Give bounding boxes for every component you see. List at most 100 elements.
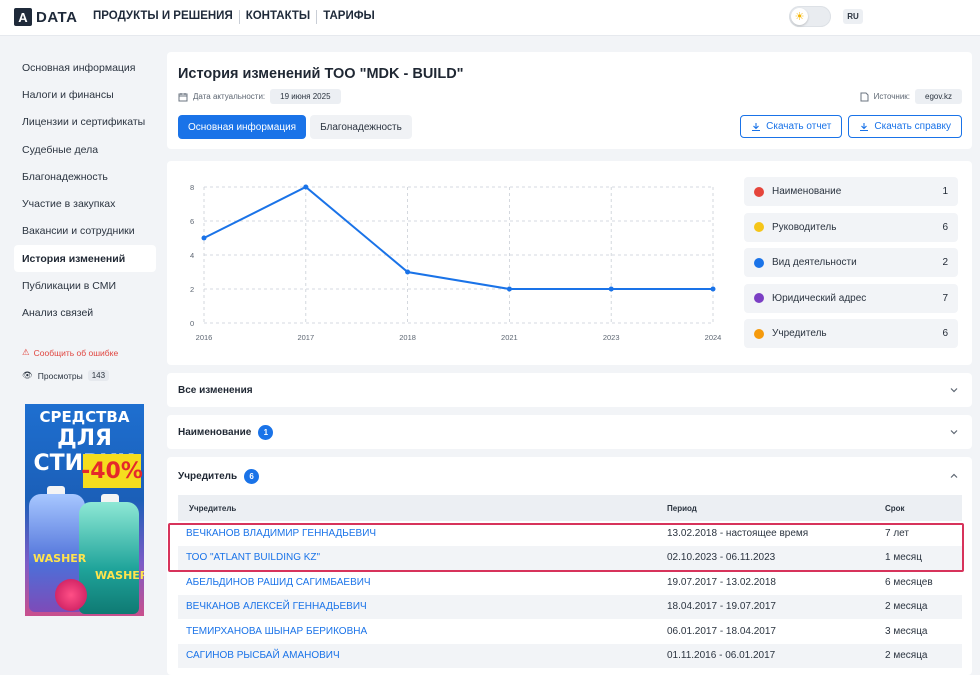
views-label: Просмотры — [37, 370, 83, 381]
logo-mark: A — [14, 8, 32, 26]
chevron-up-icon[interactable] — [948, 470, 960, 482]
nav-contacts[interactable]: КОНТАКТЫ — [240, 10, 316, 24]
data-point — [608, 286, 614, 292]
tab-reliability[interactable]: Благонадежность — [310, 115, 412, 139]
report-error-link[interactable]: ⚠ Сообщить об ошибке — [22, 347, 118, 358]
logo-text: DATA — [36, 8, 78, 26]
table-row: ТОО "ATLANT BUILDING KZ" 02.10.2023 - 06.… — [178, 545, 962, 570]
advertisement-banner[interactable]: СРЕДСТВА ДЛЯ СТИРКИ -40% WASHER WASHER — [25, 404, 144, 616]
term-cell: 1 месяц — [885, 552, 922, 564]
sidebar-item[interactable]: Налоги и финансы — [14, 81, 156, 108]
sidebar-item[interactable]: Вакансии и сотрудники — [14, 218, 156, 245]
sidebar-item[interactable]: Благонадежность — [14, 163, 156, 190]
accordion-name[interactable]: Наименование 1 — [167, 415, 972, 449]
x-tick-label: 2018 — [399, 333, 416, 342]
period-cell: 13.02.2018 - настоящее время — [667, 527, 809, 539]
logo[interactable]: A DATA — [14, 8, 77, 26]
theme-toggle[interactable]: ☀ — [789, 6, 831, 27]
source-label: Источник: — [873, 92, 911, 101]
count-badge: 6 — [244, 469, 260, 484]
tab-basic-info[interactable]: Основная информация — [178, 115, 307, 139]
term-cell: 2 месяца — [885, 601, 928, 613]
sidebar-item[interactable]: Судебные дела — [14, 136, 156, 163]
legend-count: 1 — [942, 186, 948, 197]
legend-item[interactable]: Наименование 1 — [744, 177, 958, 206]
page-header-card: История изменений ТОО "MDK - BUILD" Дата… — [167, 52, 972, 149]
download-report-button[interactable]: Скачать отчет — [740, 115, 843, 138]
accordion-title: Все изменения — [178, 384, 253, 396]
flower-image — [55, 579, 87, 611]
legend-dot — [754, 293, 764, 303]
founders-table: Учредитель Период Срок ВЕЧКАНОВ ВЛАДИМИР… — [178, 495, 962, 668]
table-row: АБЕЛЬДИНОВ РАШИД САГИМБАЕВИЧ 19.07.2017 -… — [178, 570, 962, 595]
term-cell: 7 лет — [885, 527, 909, 539]
tab-bar: Основная информация Благонадежность — [178, 115, 412, 139]
changes-chart-card: 0 2 4 6 8 2016 2017 2018 2021 2023 2024 Наименован… — [167, 161, 972, 365]
main-nav: ПРОДУКТЫ И РЕШЕНИЯ КОНТАКТЫ ТАРИФЫ — [93, 10, 381, 24]
term-cell: 6 месяцев — [885, 576, 933, 588]
legend-item[interactable]: Учредитель 6 — [744, 319, 958, 348]
table-body: ВЕЧКАНОВ ВЛАДИМИР ГЕННАДЬЕВИЧ 13.02.2018 … — [178, 521, 962, 668]
views-count: 143 — [87, 370, 110, 381]
download-icon — [860, 122, 869, 131]
founder-name-link[interactable]: ВЕЧКАНОВ АЛЕКСЕЙ ГЕННАДЬЕВИЧ — [178, 601, 667, 612]
eye-icon: 👁 — [22, 370, 33, 380]
legend-item[interactable]: Юридический адрес 7 — [744, 283, 958, 313]
legend-item[interactable]: Руководитель 6 — [744, 212, 958, 242]
ad-line-1: СРЕДСТВА — [39, 408, 130, 426]
legend-dot — [754, 186, 764, 197]
founder-name-link[interactable]: САГИНОВ РЫСБАЙ АМАНОВИЧ — [178, 650, 667, 661]
column-header-term: Срок — [885, 503, 905, 513]
sidebar-item[interactable]: Публикации в СМИ — [14, 272, 156, 299]
language-switch[interactable]: RU — [843, 9, 863, 24]
count-badge: 1 — [258, 424, 274, 440]
legend-label: Юридический адрес — [772, 292, 867, 304]
nav-products[interactable]: ПРОДУКТЫ И РЕШЕНИЯ — [93, 10, 239, 24]
download-certificate-button[interactable]: Скачать справку — [848, 115, 962, 138]
legend-label: Учредитель — [772, 328, 827, 339]
accordion-title: Наименование — [178, 426, 252, 438]
document-icon — [860, 92, 869, 101]
table-row: ТЕМИРХАНОВА ШЫНАР БЕРИКОВНА 06.01.2017 - … — [178, 619, 962, 644]
nav-tariffs[interactable]: ТАРИФЫ — [317, 10, 381, 24]
sidebar: Основная информация Налоги и финансы Лицен… — [14, 54, 156, 327]
column-header-founder: Учредитель — [189, 503, 237, 513]
legend-dot — [754, 257, 764, 268]
data-point — [201, 235, 207, 241]
accordion-founder-header[interactable]: Учредитель 6 — [178, 469, 260, 484]
column-header-period: Период — [667, 503, 697, 513]
founder-name-link[interactable]: ТЕМИРХАНОВА ШЫНАР БЕРИКОВНА — [178, 626, 667, 637]
sidebar-item[interactable]: История изменений — [14, 245, 156, 273]
sidebar-item[interactable]: Анализ связей — [14, 300, 156, 327]
founder-name-link[interactable]: АБЕЛЬДИНОВ РАШИД САГИМБАЕВИЧ — [178, 577, 667, 588]
report-error-label: Сообщить об ошибке — [33, 347, 119, 358]
legend-dot — [754, 328, 764, 339]
sidebar-item[interactable]: Участие в закупках — [14, 190, 156, 217]
warning-icon: ⚠ — [22, 347, 30, 357]
x-tick-label: 2017 — [297, 333, 314, 342]
sidebar-item[interactable]: Основная информация — [14, 54, 156, 81]
legend-count: 6 — [942, 221, 948, 233]
term-cell: 3 месяца — [885, 625, 928, 637]
accordion-founder: Учредитель 6 Учредитель Период Срок ВЕЧК… — [167, 457, 972, 675]
legend-label: Руководитель — [772, 221, 837, 233]
founder-name-link[interactable]: ВЕЧКАНОВ ВЛАДИМИР ГЕННАДЬЕВИЧ — [178, 528, 667, 539]
legend-count: 7 — [942, 292, 948, 304]
download-buttons: Скачать отчет Скачать справку — [740, 115, 962, 138]
chevron-down-icon — [950, 388, 958, 393]
period-cell: 18.04.2017 - 19.07.2017 — [667, 601, 776, 613]
accordion-all-changes[interactable]: Все изменения — [167, 373, 972, 407]
relevance-date: Дата актуальности: 19 июня 2025 — [178, 89, 341, 104]
x-tick-label: 2024 — [705, 333, 722, 342]
y-tick-label: 6 — [190, 217, 194, 226]
legend-item[interactable]: Вид деятельности 2 — [744, 248, 958, 277]
legend-label: Вид деятельности — [772, 257, 857, 268]
founder-name-link[interactable]: ТОО "ATLANT BUILDING KZ" — [178, 552, 667, 563]
sidebar-item[interactable]: Лицензии и сертификаты — [14, 109, 156, 136]
ad-discount: -40% — [81, 454, 143, 488]
views-counter: 👁 Просмотры 143 — [22, 370, 110, 381]
table-header: Учредитель Период Срок — [178, 495, 962, 521]
data-point — [710, 286, 716, 292]
changes-line-chart: 0 2 4 6 8 2016 2017 2018 2021 2023 2024 — [190, 183, 722, 342]
data-source: Источник: egov.kz — [860, 89, 962, 104]
